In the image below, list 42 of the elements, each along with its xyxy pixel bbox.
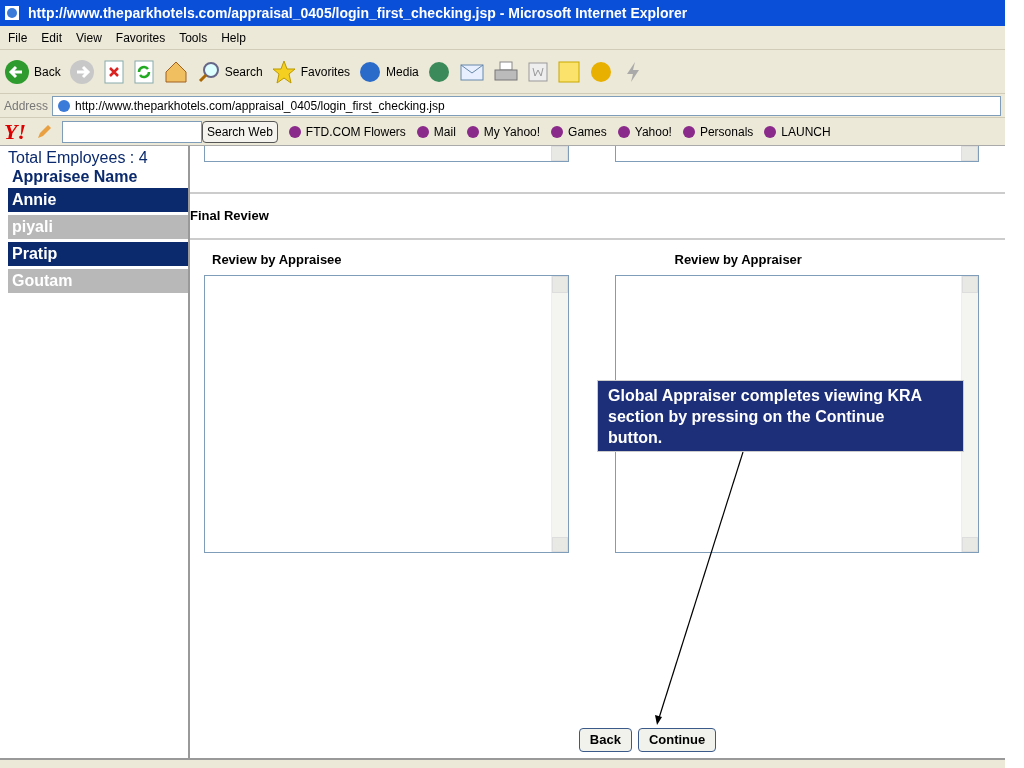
toolbar-link[interactable]: LAUNCH: [781, 122, 831, 141]
toolbar-link[interactable]: Personals: [699, 122, 754, 141]
address-label: Address: [4, 97, 49, 115]
toolbar-link[interactable]: FTD.COM Flowers: [305, 122, 406, 141]
printer-icon[interactable]: [492, 59, 519, 84]
form-button[interactable]: Continue: [637, 728, 717, 752]
menu-item[interactable]: Edit: [37, 28, 67, 47]
employee-count: Total Employees : 4: [8, 150, 149, 166]
window-title: http://www.theparkhotels.com/appraisal_0405/login_first_checking.jsp - Microsoft Internet Explorer: [28, 3, 688, 23]
search-icon[interactable]: [196, 59, 221, 84]
browser-icon: [4, 5, 20, 21]
address-field[interactable]: http://www.theparkhotels.com/appraisal_0405/login_first_checking.jsp: [52, 95, 1001, 116]
toolbar-label[interactable]: Search: [224, 62, 263, 81]
callout-box: Global Appraiser completes viewing KRA section by pressing on the Continue button.: [597, 380, 964, 452]
star-icon[interactable]: [270, 58, 297, 85]
menu-item[interactable]: File: [4, 28, 32, 47]
stop-icon[interactable]: [102, 59, 125, 84]
toolbar-label[interactable]: Back: [34, 62, 61, 81]
search-field[interactable]: [62, 120, 202, 143]
pencil-icon[interactable]: [36, 123, 52, 140]
toolbar-link[interactable]: Mail: [433, 122, 456, 141]
employee-row[interactable]: Annie: [8, 188, 188, 212]
toolbar-link[interactable]: Yahoo!: [634, 122, 672, 141]
menu-item[interactable]: View: [72, 28, 106, 47]
toolbar-label[interactable]: Media: [386, 62, 419, 81]
search-web-button[interactable]: Search Web: [202, 120, 278, 143]
note-icon[interactable]: [556, 59, 581, 84]
column-heading: Appraisee Name: [11, 169, 139, 185]
menu-item[interactable]: Tools: [175, 28, 212, 47]
section-title: Final Review: [190, 207, 270, 225]
menu-item[interactable]: Help: [217, 28, 250, 47]
employee-row[interactable]: Pratip: [8, 242, 188, 266]
field-label: Review by Appraisee: [211, 250, 343, 269]
menu-item[interactable]: Favorites: [111, 28, 170, 47]
document-icon[interactable]: [526, 60, 549, 83]
form-button[interactable]: Back: [578, 728, 632, 752]
toolbar-link[interactable]: My Yahoo!: [483, 122, 541, 141]
field-label: Review by Appraiser: [673, 250, 803, 269]
toolbar-label[interactable]: Favorites: [300, 62, 351, 81]
yahoo-logo[interactable]: Y!: [4, 120, 26, 143]
refresh-icon[interactable]: [132, 59, 155, 84]
toolbar-link[interactable]: Games: [568, 122, 607, 141]
